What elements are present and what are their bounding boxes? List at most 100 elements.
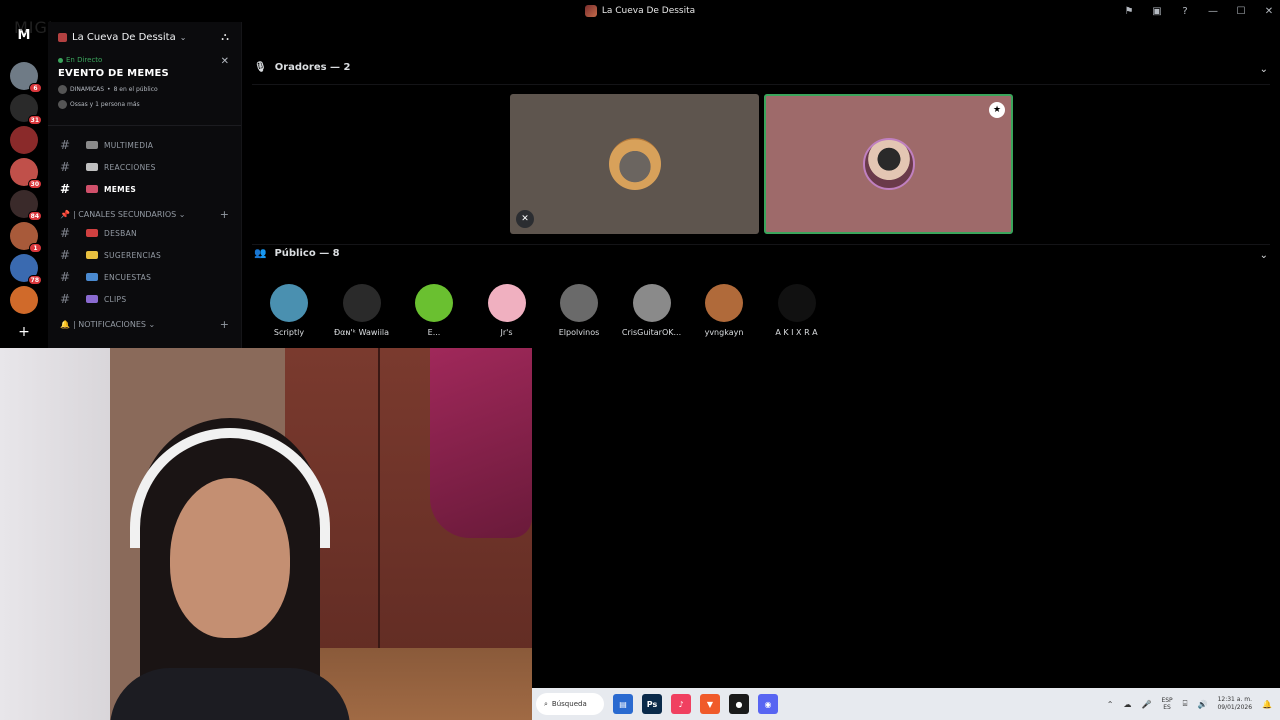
- hash-icon: #: [60, 226, 71, 240]
- channel-item[interactable]: # MEMES: [48, 178, 241, 200]
- chevron-down-icon[interactable]: ⌄: [1260, 250, 1268, 261]
- channel-item[interactable]: # ENCUESTAS: [48, 266, 241, 288]
- emoji-icon: [86, 251, 98, 259]
- audience-member[interactable]: E...: [399, 284, 469, 337]
- speaker-tile-active[interactable]: ★: [764, 94, 1013, 234]
- audience-member[interactable]: yvngkayn: [689, 284, 759, 337]
- server-icon: [584, 5, 597, 17]
- clock[interactable]: 12:31 a. m. 09/01/2026: [1217, 696, 1252, 712]
- minimize-button[interactable]: —: [1206, 6, 1220, 17]
- category-notifications[interactable]: 🔔 | NOTIFICACIONES ⌄ +: [48, 316, 241, 332]
- audience-member[interactable]: Elpolvinos: [544, 284, 614, 337]
- language-indicator[interactable]: ESP ES: [1161, 697, 1172, 711]
- title-bar: La Cueva De Dessita ⚑ ▣ ? — ☐ ✕: [0, 0, 1280, 22]
- avatar: [862, 138, 915, 190]
- server-icon[interactable]: [10, 126, 38, 154]
- emoji-icon: [86, 163, 98, 171]
- server-icon[interactable]: 30: [10, 158, 42, 189]
- webcam-overlay: [0, 348, 532, 720]
- cloud-icon[interactable]: ☁: [1123, 700, 1131, 709]
- music-icon[interactable]: ♪: [671, 694, 691, 714]
- server-icon[interactable]: 1: [10, 222, 42, 253]
- channel-item[interactable]: # SUGERENCIAS: [48, 244, 241, 266]
- server-icon[interactable]: 84: [10, 190, 42, 221]
- avatar: [560, 284, 598, 322]
- server-icon[interactable]: [10, 286, 38, 314]
- channel-item[interactable]: # MULTIMEDIA: [48, 134, 241, 156]
- audience-member[interactable]: Scriptly: [254, 284, 324, 337]
- monitor-icon[interactable]: ▣: [1150, 6, 1164, 17]
- hash-icon: #: [60, 248, 71, 262]
- hash-icon: #: [60, 160, 71, 174]
- audience-name: CrisGuitarOK...: [621, 328, 682, 337]
- pin-icon: 📌: [60, 209, 70, 219]
- photoshop-icon[interactable]: Ps: [642, 694, 662, 714]
- live-event-card[interactable]: En Directo EVENTO DE MEMES ✕ DINAMICAS •…: [48, 52, 241, 126]
- hash-icon: #: [60, 292, 71, 306]
- audience-name: A K I X R A: [775, 328, 818, 337]
- speaker-tile[interactable]: ✕: [510, 94, 759, 234]
- add-channel-icon[interactable]: +: [220, 208, 229, 221]
- discord-icon[interactable]: ◉: [758, 694, 778, 714]
- boost-icon[interactable]: ⛬: [221, 30, 229, 44]
- emoji-icon: [86, 295, 98, 303]
- emoji-icon: [86, 185, 98, 193]
- channel-item[interactable]: # REACCIONES: [48, 156, 241, 178]
- audience-header[interactable]: 👥 Público — 8: [254, 248, 340, 259]
- divider: [252, 244, 1270, 245]
- audience-member[interactable]: CrisGuitarOK...: [617, 284, 687, 337]
- unread-badge: 31: [27, 115, 42, 125]
- volume-icon[interactable]: 🔊: [1197, 700, 1207, 709]
- taskbar-search[interactable]: ⌕ Búsqueda: [536, 693, 604, 715]
- avatar: [608, 138, 661, 190]
- close-icon[interactable]: ✕: [221, 56, 229, 67]
- add-channel-icon[interactable]: +: [220, 318, 229, 331]
- channel-list: # MULTIMEDIA # REACCIONES # MEMES 📌 | CANALES…: [48, 126, 241, 332]
- people-icon: 👥: [254, 248, 267, 259]
- help-icon[interactable]: ?: [1178, 6, 1192, 17]
- notification-icon[interactable]: 🔔: [1262, 700, 1272, 709]
- category-secondary[interactable]: 📌 | CANALES SECUNDARIOS ⌄ +: [48, 206, 241, 222]
- server-header[interactable]: La Cueva De Dessita ⌄ ⛬: [48, 22, 241, 52]
- avatar: [487, 284, 526, 322]
- unread-badge: 6: [29, 83, 42, 93]
- inbox-icon[interactable]: ⚑: [1122, 6, 1136, 17]
- server-icon[interactable]: 6: [10, 62, 42, 93]
- emoji-icon: [86, 229, 98, 237]
- microphone-icon: 🎙: [254, 62, 267, 73]
- channel-name: ENCUESTAS: [104, 272, 152, 282]
- channel-name: CLIPS: [104, 294, 127, 304]
- server-icon[interactable]: 31: [10, 94, 42, 125]
- divider: [252, 84, 1270, 85]
- add-server-button[interactable]: +: [16, 324, 32, 340]
- discord-app-icon[interactable]: ●: [729, 694, 749, 714]
- chevron-up-icon[interactable]: ⌃: [1107, 700, 1114, 709]
- channel-name: REACCIONES: [104, 162, 156, 172]
- channel-item[interactable]: # CLIPS: [48, 288, 241, 310]
- maximize-button[interactable]: ☐: [1234, 6, 1248, 17]
- chevron-down-icon[interactable]: ⌄: [1260, 64, 1268, 75]
- audience-member[interactable]: Ðαɴ'ᵏ Wawiila: [327, 284, 397, 337]
- hash-icon: #: [60, 182, 71, 196]
- close-button[interactable]: ✕: [1262, 6, 1276, 17]
- channel-item[interactable]: # DESBAN: [48, 222, 241, 244]
- emoji-icon: [86, 273, 98, 281]
- brave-icon[interactable]: ▼: [700, 694, 720, 714]
- towel: [430, 348, 532, 538]
- audience-name: Elpolvinos: [558, 328, 600, 337]
- speakers-header[interactable]: 🎙 Oradores — 2: [254, 62, 351, 73]
- headset-icon: [130, 428, 330, 548]
- avatar: [58, 100, 67, 109]
- folder-icon[interactable]: ▤: [613, 694, 633, 714]
- hash-icon: #: [60, 270, 71, 284]
- avatar: [415, 284, 453, 322]
- network-icon[interactable]: ⌸: [1183, 699, 1188, 709]
- unread-badge: 84: [27, 211, 42, 221]
- audience-member[interactable]: Jr's: [472, 284, 542, 337]
- window-title: La Cueva De Dessita: [584, 5, 695, 17]
- microphone-icon[interactable]: 🎤: [1141, 700, 1151, 709]
- audience-member[interactable]: A K I X R A: [762, 284, 832, 337]
- server-icon[interactable]: 78: [10, 254, 42, 285]
- hash-icon: #: [60, 138, 71, 152]
- streamer: [100, 418, 360, 720]
